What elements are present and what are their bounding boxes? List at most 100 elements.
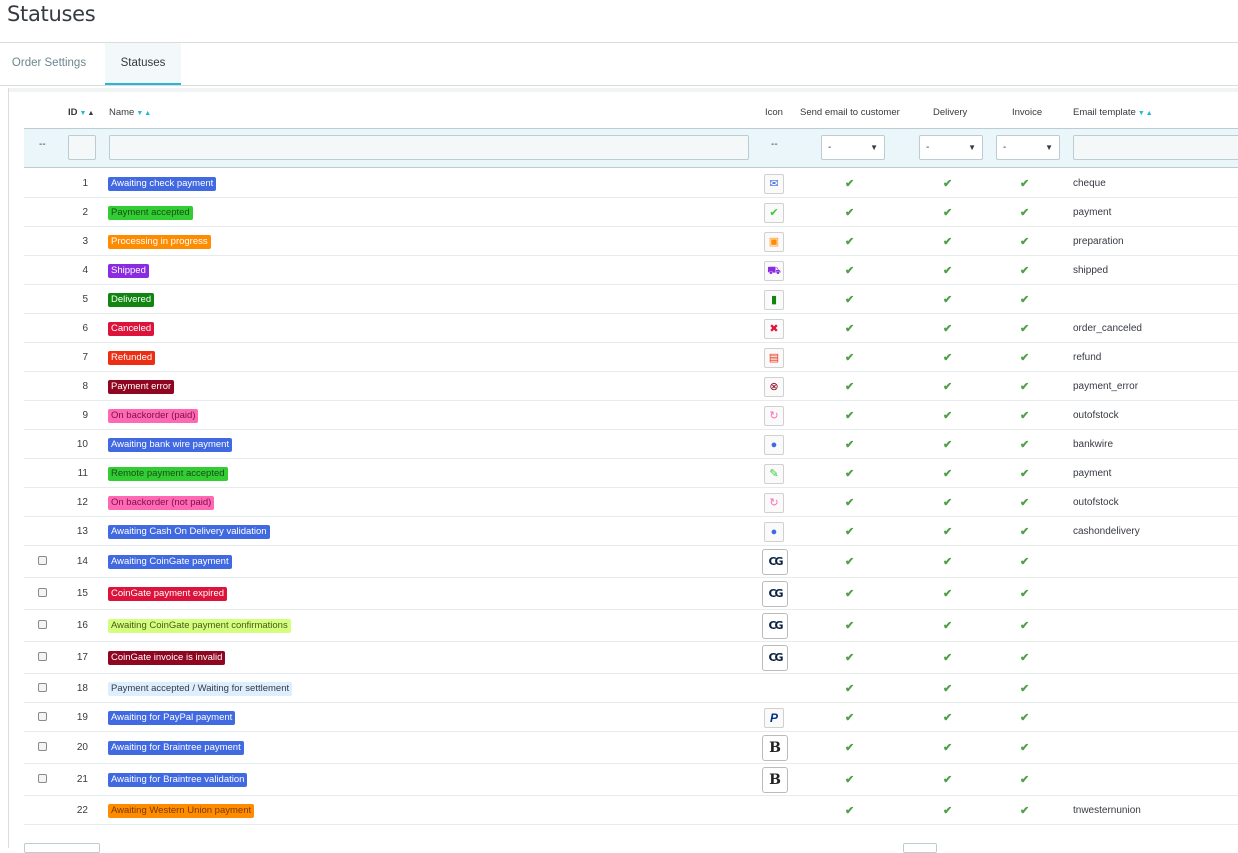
- send-email-check-icon: ✔: [845, 556, 855, 568]
- row-checkbox[interactable]: [38, 683, 47, 692]
- table-row[interactable]: 8 Payment error ⊗ ✔ ✔ ✔ payment_error: [24, 372, 1238, 401]
- column-header-email-template[interactable]: Email template ▼▲: [1073, 107, 1154, 123]
- invoice-check-icon: ✔: [1020, 588, 1030, 600]
- tab-order-settings[interactable]: Order Settings: [0, 43, 98, 85]
- row-checkbox[interactable]: [38, 652, 47, 661]
- delivery-filter-value: -: [926, 142, 930, 153]
- icon-glyph: ▣: [768, 236, 780, 248]
- row-id: 15: [76, 588, 88, 599]
- table-row[interactable]: 5 Delivered ▮ ✔ ✔ ✔: [24, 285, 1238, 314]
- row-checkbox[interactable]: [38, 712, 47, 721]
- send-email-filter-select[interactable]: - ▼: [821, 135, 885, 160]
- bulk-actions-button[interactable]: [24, 843, 100, 853]
- row-checkbox[interactable]: [38, 588, 47, 597]
- table-row[interactable]: 1 Awaiting check payment ✉ ✔ ✔ ✔ cheque: [24, 169, 1238, 198]
- table-row[interactable]: 17 CoinGate invoice is invalid CG ✔ ✔ ✔: [24, 642, 1238, 674]
- row-checkbox[interactable]: [38, 742, 47, 751]
- status-badge: Remote payment accepted: [108, 467, 228, 481]
- table-row[interactable]: 18 Payment accepted / Waiting for settlem…: [24, 674, 1238, 703]
- invoice-check-icon: ✔: [1020, 236, 1030, 248]
- send-email-check-icon: ✔: [845, 439, 855, 451]
- delivery-check-icon: ✔: [943, 497, 953, 509]
- row-id: 6: [82, 323, 88, 334]
- table-row[interactable]: 22 Awaiting Western Union payment ✔ ✔ ✔ tnwes…: [24, 796, 1238, 825]
- refresh-icon: ↻: [764, 493, 784, 513]
- sort-arrows-icon[interactable]: ▼▲: [136, 110, 152, 117]
- sort-arrows-icon[interactable]: ▼▲: [1138, 110, 1154, 117]
- table-row[interactable]: 19 Awaiting for PayPal payment P ✔ ✔ ✔: [24, 703, 1238, 732]
- row-name: Awaiting CoinGate payment confirmations: [108, 619, 291, 633]
- table-row[interactable]: 4 Shipped ⛟ ✔ ✔ ✔ shipped: [24, 256, 1238, 285]
- row-name: CoinGate invoice is invalid: [108, 651, 226, 665]
- table-row[interactable]: 10 Awaiting bank wire payment ● ✔ ✔ ✔ bankwire: [24, 430, 1238, 459]
- bulk-filter-placeholder: --: [39, 139, 46, 150]
- icon-glyph: CG: [768, 587, 783, 600]
- table-row[interactable]: 2 Payment accepted ✔ ✔ ✔ ✔ payment: [24, 198, 1238, 227]
- table-row[interactable]: 20 Awaiting for Braintree payment B ✔ ✔ ✔: [24, 732, 1238, 764]
- table-row[interactable]: 3 Processing in progress ▣ ✔ ✔ ✔ preparation: [24, 227, 1238, 256]
- table-row[interactable]: 7 Refunded ▤ ✔ ✔ ✔ refund: [24, 343, 1238, 372]
- delivery-check-icon: ✔: [943, 323, 953, 335]
- email-template-value: shipped: [1073, 265, 1109, 276]
- status-badge: Awaiting check payment: [108, 177, 217, 191]
- invoice-check-icon: ✔: [1020, 294, 1030, 306]
- delivery-filter-select[interactable]: - ▼: [919, 135, 983, 160]
- column-header-name[interactable]: Name ▼▲: [109, 107, 152, 123]
- row-id: 10: [76, 439, 88, 450]
- delivery-check-icon: ✔: [943, 526, 953, 538]
- id-filter-input[interactable]: [68, 135, 96, 160]
- delivery-check-icon: ✔: [943, 265, 953, 277]
- table-row[interactable]: 21 Awaiting for Braintree validation B ✔ ✔ ✔: [24, 764, 1238, 796]
- invoice-check-icon: ✔: [1020, 556, 1030, 568]
- icon-glyph: ✉: [769, 178, 779, 190]
- coins-icon: ●: [764, 435, 784, 455]
- row-name: On backorder (paid): [108, 409, 199, 423]
- row-name: Awaiting for Braintree payment: [108, 741, 244, 755]
- row-id: 22: [76, 805, 88, 816]
- status-badge: Awaiting Western Union payment: [108, 804, 255, 818]
- table-row[interactable]: 11 Remote payment accepted ✎ ✔ ✔ ✔ payment: [24, 459, 1238, 488]
- package-icon: ▣: [764, 232, 784, 252]
- invoice-check-icon: ✔: [1020, 178, 1030, 190]
- row-id: 1: [82, 178, 88, 189]
- table-row[interactable]: 13 Awaiting Cash On Delivery validation ● ✔…: [24, 517, 1238, 546]
- box-icon: ▮: [764, 290, 784, 310]
- chevron-down-icon: ▼: [870, 143, 878, 152]
- table-row[interactable]: 6 Canceled ✖ ✔ ✔ ✔ order_canceled: [24, 314, 1238, 343]
- invoice-check-icon: ✔: [1020, 774, 1030, 786]
- row-checkbox[interactable]: [38, 620, 47, 629]
- tab-statuses[interactable]: Statuses: [105, 43, 181, 85]
- table-row[interactable]: 16 Awaiting CoinGate payment confirmation…: [24, 610, 1238, 642]
- name-filter-input[interactable]: [109, 135, 749, 160]
- row-id: 17: [76, 652, 88, 663]
- invoice-filter-select[interactable]: - ▼: [996, 135, 1060, 160]
- email-template-value: cashondelivery: [1073, 526, 1140, 537]
- email-template-filter-input[interactable]: [1073, 135, 1238, 160]
- delivery-check-icon: ✔: [943, 620, 953, 632]
- table-row[interactable]: 14 Awaiting CoinGate payment CG ✔ ✔ ✔: [24, 546, 1238, 578]
- invoice-check-icon: ✔: [1020, 805, 1030, 817]
- email-template-value: outofstock: [1073, 497, 1119, 508]
- icon-glyph: ⛟: [767, 265, 781, 277]
- send-email-check-icon: ✔: [845, 652, 855, 664]
- table-row[interactable]: 12 On backorder (not paid) ↻ ✔ ✔ ✔ outofstock: [24, 488, 1238, 517]
- pagination-select[interactable]: [903, 843, 937, 853]
- invoice-check-icon: ✔: [1020, 381, 1030, 393]
- icon-glyph: ↻: [769, 410, 779, 422]
- email-template-value: payment: [1073, 468, 1112, 479]
- column-header-id[interactable]: ID ▼▲: [68, 107, 95, 123]
- delivery-check-icon: ✔: [943, 468, 953, 480]
- sort-arrows-icon[interactable]: ▼▲: [80, 110, 96, 117]
- status-badge: Awaiting bank wire payment: [108, 438, 233, 452]
- table-row[interactable]: 15 CoinGate payment expired CG ✔ ✔ ✔: [24, 578, 1238, 610]
- icon-glyph: P: [769, 711, 778, 725]
- row-id: 8: [82, 381, 88, 392]
- invoice-filter-value: -: [1003, 142, 1007, 153]
- send-email-check-icon: ✔: [845, 497, 855, 509]
- send-email-check-icon: ✔: [845, 265, 855, 277]
- row-checkbox[interactable]: [38, 774, 47, 783]
- table-row[interactable]: 9 On backorder (paid) ↻ ✔ ✔ ✔ outofstock: [24, 401, 1238, 430]
- email-template-value: payment_error: [1073, 381, 1139, 392]
- row-checkbox[interactable]: [38, 556, 47, 565]
- chevron-down-icon: ▼: [1045, 143, 1053, 152]
